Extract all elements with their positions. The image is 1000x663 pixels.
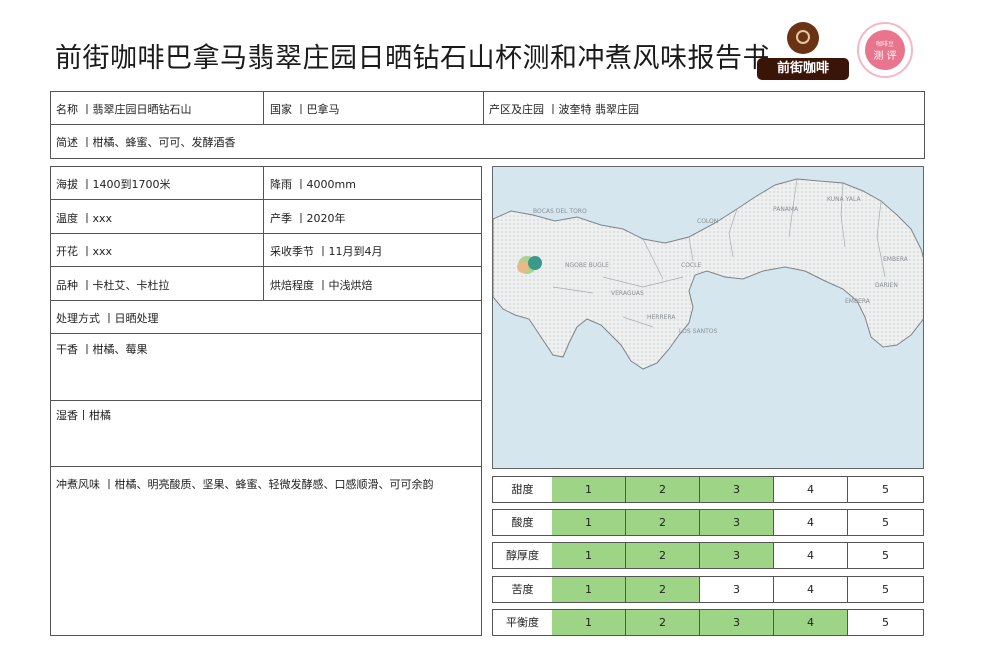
detail-table — [50, 166, 482, 636]
rating-score-cell: 3 — [700, 610, 774, 635]
rating-score-cell: 1 — [552, 477, 626, 502]
map-label: COLON — [697, 218, 718, 225]
rating-score-cell: 4 — [774, 477, 848, 502]
rainfall-field: 降雨 丨4000mm — [270, 178, 356, 191]
rating-score-cell: 2 — [626, 610, 700, 635]
rating-score-cell: 5 — [882, 483, 889, 496]
rating-score-cell: 4 — [774, 610, 848, 635]
altitude-field: 海拔 丨1400到1700米 — [56, 178, 171, 191]
rating-score-cell: 3 — [700, 477, 774, 502]
coffee-cup-icon — [787, 22, 819, 54]
rating-score-cell: 4 — [774, 577, 848, 602]
rating-score-cell: 5 — [882, 583, 889, 596]
map-label: KUNA YALA — [827, 196, 861, 203]
map-label: LOS SANTOS — [679, 328, 717, 335]
harvest-field: 采收季节 丨11月到4月 — [270, 245, 383, 258]
map-label: NGOBE BUGLE — [565, 262, 609, 269]
rating-label: 甜度 — [493, 477, 553, 502]
rating-label: 酸度 — [493, 510, 553, 535]
rating-score-cell: 2 — [626, 577, 700, 602]
map-label: EMBERA — [883, 256, 909, 263]
panama-map: BOCAS DEL TORO COLON PANAMA KUNA YALA EM… — [492, 166, 924, 469]
brew-flavor-field: 冲煮风味 丨柑橘、明亮酸质、坚果、蜂蜜、轻微发酵感、口感顺滑、可可余韵 — [56, 478, 434, 491]
review-badge: 咖啡豆 测 评 — [857, 22, 913, 78]
rating-label: 醇厚度 — [493, 543, 553, 568]
rating-score-cell: 2 — [626, 543, 700, 568]
process-field: 处理方式 丨日晒处理 — [56, 312, 159, 325]
rating-score-cell: 5 — [882, 516, 889, 529]
map-label: EMBERA — [845, 298, 871, 305]
badge-main-text: 测 评 — [873, 51, 897, 62]
rating-score-cell: 5 — [882, 549, 889, 562]
variety-field: 品种 丨卡杜艾、卡杜拉 — [56, 279, 170, 292]
wet-aroma-field: 湿香丨柑橘 — [56, 409, 111, 422]
rating-score-cell: 4 — [774, 543, 848, 568]
brand-logo-text: 前街咖啡 — [757, 58, 849, 80]
roast-field: 烘焙程度 丨中浅烘焙 — [270, 279, 373, 292]
brand-logo: 前街咖啡 — [757, 22, 849, 80]
rating-row: 平衡度 1 2 3 4 5 — [492, 609, 924, 636]
map-label: BOCAS DEL TORO — [533, 208, 587, 215]
rating-row: 醇厚度 1 2 3 4 5 — [492, 542, 924, 569]
rating-score-cell: 4 — [774, 510, 848, 535]
map-label: DARIEN — [875, 282, 898, 289]
rating-label: 苦度 — [493, 577, 553, 602]
map-label: VERAGUAS — [611, 290, 644, 297]
map-label: PANAMA — [773, 206, 799, 213]
rating-row: 酸度 1 2 3 4 5 — [492, 509, 924, 536]
rating-score-cell: 2 — [626, 477, 700, 502]
rating-score-cell: 1 — [552, 577, 626, 602]
rating-score-cell: 1 — [552, 610, 626, 635]
country-field: 国家 丨巴拿马 — [270, 103, 340, 116]
rating-score-cell: 3 — [700, 543, 774, 568]
rating-row: 苦度 1 2 3 4 5 — [492, 576, 924, 603]
rating-label: 平衡度 — [493, 610, 553, 635]
name-field: 名称 丨翡翠庄园日晒钻石山 — [56, 103, 192, 116]
rating-row: 甜度 1 2 3 4 5 — [492, 476, 924, 503]
region-field: 产区及庄园 丨波奎特 翡翠庄园 — [489, 103, 639, 116]
rating-score-cell: 1 — [552, 510, 626, 535]
map-label: HERRERA — [647, 314, 676, 321]
flowering-field: 开花 丨xxx — [56, 245, 113, 258]
rating-score-cell: 5 — [882, 616, 889, 629]
map-label: COCLE — [681, 262, 701, 269]
dry-aroma-field: 干香 丨柑橘、莓果 — [56, 343, 148, 356]
summary-field: 简述 丨柑橘、蜂蜜、可可、发酵酒香 — [56, 136, 236, 149]
season-field: 产季 丨2020年 — [270, 212, 346, 225]
rating-score-cell: 1 — [552, 543, 626, 568]
rating-score-cell: 3 — [700, 510, 774, 535]
report-title: 前街咖啡巴拿马翡翠庄园日晒钻石山杯测和冲煮风味报告书 — [55, 43, 770, 74]
rating-score-cell: 2 — [626, 510, 700, 535]
temperature-field: 温度 丨xxx — [56, 212, 113, 225]
rating-score-cell: 3 — [700, 577, 774, 602]
